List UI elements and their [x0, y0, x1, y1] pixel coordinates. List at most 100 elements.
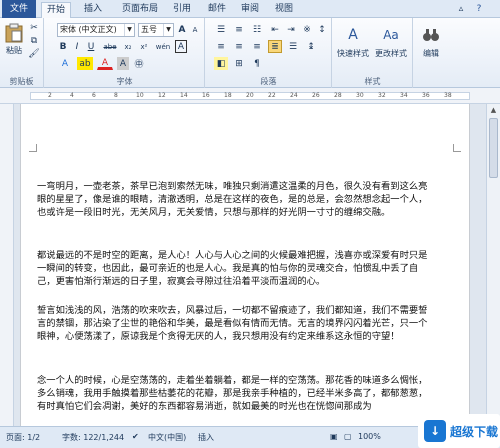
clipboard-icon	[5, 23, 23, 43]
chevron-down-icon: ▼	[124, 24, 134, 36]
align-center-icon[interactable]: ≡	[232, 40, 246, 53]
ruler-number: 16	[202, 92, 210, 99]
tab-page-layout[interactable]: 页面布局	[116, 2, 164, 18]
ruler-number: 4	[70, 92, 74, 99]
binoculars-icon[interactable]	[420, 24, 442, 46]
language-indicator[interactable]: 中文(中国)	[148, 432, 186, 443]
change-styles-icon[interactable]: Aa	[379, 24, 403, 46]
document-paragraph[interactable]: 誓言如浅浅的风，浩荡的吹来吹去，风暴过后，一切都不留痕迹了，我们都知道，我们不需…	[37, 304, 429, 343]
vertical-ruler[interactable]	[0, 104, 14, 426]
multilevel-list-icon[interactable]: ☷	[250, 23, 264, 36]
font-name-combo[interactable]: 宋体 (中文正文) ▼	[57, 23, 135, 37]
justify-icon[interactable]: ≣	[268, 40, 282, 53]
borders-icon[interactable]: ⊞	[232, 57, 246, 70]
document-paragraph[interactable]: 都说最远的不是时空的距离，是人心！人心与人心之间的火候最难把握，浅喜亦或深爱有时…	[37, 249, 429, 288]
change-styles-button[interactable]: 更改样式	[371, 48, 411, 59]
paragraph-group: ☰ ≡ ☷ ⇤ ⇥ ※ ↕ ≡ ≡ ≡ ≣ ☰ ↨ ◧ ⊞ ¶ 段落	[206, 18, 332, 88]
document-paragraph[interactable]: 一弯明月，一壶老茶，茶早已泡到索然无味，唯独只剩消遣这温柔的月色，很久没有看到这…	[37, 180, 429, 219]
ruler-number: 12	[158, 92, 166, 99]
full-screen-icon[interactable]: ▢	[344, 432, 352, 441]
scroll-up-icon[interactable]: ▲	[487, 104, 500, 116]
document-page[interactable]: 一弯明月，一壶老茶，茶早已泡到索然无味，唯独只剩消遣这温柔的月色，很久没有看到这…	[20, 104, 470, 426]
font-color-button[interactable]: A	[97, 57, 113, 70]
tab-file[interactable]: 文件	[2, 0, 36, 18]
styles-group: A 快速样式 Aa 更改样式 样式	[333, 18, 413, 88]
watermark-text: 超级下载	[450, 425, 499, 439]
horizontal-ruler[interactable]: 2 4 6 8 10 12 14 16 18 20 22 24 26 28 30 32 34 36 38	[0, 88, 500, 104]
bullets-icon[interactable]: ☰	[214, 23, 228, 36]
superscript-button[interactable]: x²	[137, 40, 151, 53]
document-paragraph[interactable]: 念一个人的时候，心是空荡荡的，走着坐着躺着，都是一样的空荡荡。那花香的味道多么惆…	[37, 374, 429, 413]
font-group-label: 字体	[116, 77, 133, 86]
quick-styles-icon[interactable]: A	[341, 24, 365, 46]
ruler-number: 26	[312, 92, 320, 99]
align-right-icon[interactable]: ≡	[250, 40, 264, 53]
wen-button[interactable]: wén	[155, 40, 171, 53]
increase-indent-icon[interactable]: ⇥	[284, 23, 298, 36]
ruler-number: 2	[48, 92, 52, 99]
ruler-number: 10	[136, 92, 144, 99]
word-count[interactable]: 字数: 122/1,244	[62, 432, 124, 443]
download-logo-icon: ↓	[424, 420, 446, 442]
align-left-icon[interactable]: ≡	[214, 40, 228, 53]
ruler-number: 22	[268, 92, 276, 99]
chevron-down-icon: ▼	[163, 24, 173, 36]
scroll-thumb[interactable]	[489, 118, 498, 178]
clipboard-label: 剪贴板	[9, 77, 34, 86]
vertical-scrollbar[interactable]: ▲ ▼	[486, 104, 500, 426]
italic-button[interactable]: I	[71, 40, 83, 53]
tab-mailings[interactable]: 邮件	[205, 2, 229, 18]
font-size-combo[interactable]: 五号 ▼	[138, 23, 174, 37]
numbering-icon[interactable]: ≡	[232, 23, 246, 36]
ruler-number: 24	[290, 92, 298, 99]
underline-button[interactable]: U	[85, 40, 97, 53]
ruler-number: 30	[356, 92, 364, 99]
paste-button[interactable]	[3, 22, 25, 44]
chinese-layout-icon[interactable]: ※	[300, 23, 314, 36]
highlight-icon[interactable]: ab	[77, 57, 93, 70]
font-group: 宋体 (中文正文) ▼ 五号 ▼ A A B I U abe x₂ x² wén A…	[45, 18, 205, 88]
quick-styles-button[interactable]: 快速样式	[335, 48, 371, 59]
copy-icon[interactable]: ⧉	[28, 35, 40, 46]
zoom-level[interactable]: 100%	[358, 432, 381, 441]
format-painter-icon[interactable]: 🖌	[28, 48, 40, 59]
styles-group-label: 样式	[364, 77, 381, 86]
clipboard-group: 粘贴 ✂ ⧉ 🖌 剪贴板	[0, 18, 44, 88]
page-indicator[interactable]: 页面: 1/2	[6, 432, 40, 443]
paragraph-group-label: 段落	[260, 77, 277, 86]
shading-icon[interactable]: ◧	[214, 57, 228, 70]
tab-review[interactable]: 审阅	[238, 2, 262, 18]
help-icon[interactable]: ?	[472, 2, 486, 18]
tab-view[interactable]: 视图	[272, 2, 296, 18]
text-effect-icon[interactable]: A	[57, 57, 73, 70]
insert-mode[interactable]: 插入	[198, 432, 214, 443]
char-border-button[interactable]: A	[175, 40, 187, 53]
tab-references[interactable]: 引用	[170, 2, 194, 18]
decrease-indent-icon[interactable]: ⇤	[268, 23, 282, 36]
shrink-font-button[interactable]: A	[189, 23, 201, 36]
proofing-icon[interactable]: ✔	[132, 432, 139, 441]
ruler-number: 14	[180, 92, 188, 99]
bold-button[interactable]: B	[57, 40, 69, 53]
cut-icon[interactable]: ✂	[28, 22, 40, 33]
crop-mark	[29, 144, 37, 152]
sort-icon[interactable]: ↕	[316, 23, 328, 36]
ruler-number: 28	[334, 92, 342, 99]
show-marks-icon[interactable]: ¶	[250, 57, 264, 70]
tab-insert[interactable]: 插入	[78, 2, 108, 18]
grow-font-button[interactable]: A	[176, 23, 188, 36]
ruler-number: 18	[224, 92, 232, 99]
strikethrough-button[interactable]: abe	[101, 40, 119, 53]
char-shade-button[interactable]: A	[117, 57, 129, 70]
find-icon	[423, 29, 439, 41]
line-spacing-icon[interactable]: ↨	[304, 40, 318, 53]
subscript-button[interactable]: x₂	[121, 40, 135, 53]
ruler-number: 36	[422, 92, 430, 99]
edit-button[interactable]: 编辑	[416, 48, 446, 59]
distributed-icon[interactable]: ☰	[286, 40, 300, 53]
print-layout-icon[interactable]: ▣	[330, 432, 338, 441]
minimize-ribbon-icon[interactable]: ▵	[455, 2, 467, 18]
font-name-value: 宋体 (中文正文)	[60, 25, 117, 34]
enclose-char-icon[interactable]: ㊥	[133, 57, 145, 70]
tab-home[interactable]: 开始	[41, 2, 71, 19]
